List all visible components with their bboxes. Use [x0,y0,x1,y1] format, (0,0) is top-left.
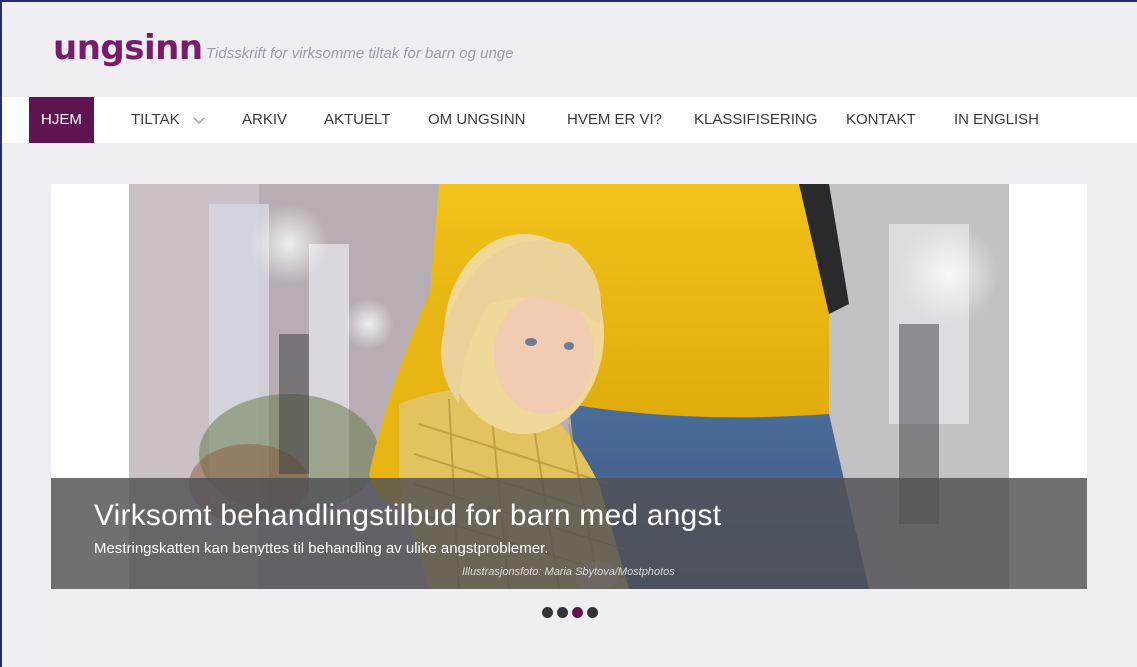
slider-dot[interactable] [542,607,553,618]
nav-item-label: HVEM ER VI? [567,111,663,128]
nav-item-kontakt[interactable]: KONTAKT [846,97,916,143]
photo-credit: Illustrasjonsfoto: Maria Sbytova/Mostpho… [462,566,675,578]
slider-pagination [542,605,602,618]
site-tagline: Tidsskrift for virksomme tiltak for barn… [206,45,514,62]
nav-item-tiltak[interactable]: TILTAK [131,97,206,143]
slider-dot[interactable] [587,607,598,618]
nav-item-label: OM UNGSINN [428,111,526,128]
nav-item-hjem[interactable]: HJEM [29,97,94,143]
hero-slider[interactable]: Virksomt behandlingstilbud for barn med … [51,184,1087,589]
slide-subtitle: Mestringskatten kan benyttes til behandl… [94,540,549,557]
slide-caption[interactable]: Virksomt behandlingstilbud for barn med … [51,478,1087,589]
nav-item-label: ARKIV [242,111,288,128]
main-nav: HJEM TILTAK ARKIV AKTUELT OM UNGSINN HVE… [2,97,1137,143]
page-frame: ungsinn Tidsskrift for virksomme tiltak … [0,0,1137,667]
slider-dot-active[interactable] [572,607,583,618]
nav-item-label: KLASSIFISERING [694,111,818,128]
site-logo[interactable]: ungsinn [53,28,203,68]
nav-item-in-english[interactable]: IN ENGLISH [954,97,1039,143]
nav-item-hvem-er-vi[interactable]: HVEM ER VI? [567,97,662,143]
nav-item-arkiv[interactable]: ARKIV [242,97,287,143]
nav-item-label: AKTUELT [324,111,391,128]
nav-item-klassifisering[interactable]: KLASSIFISERING [694,97,817,143]
slider-dot[interactable] [557,607,568,618]
nav-item-label: KONTAKT [846,111,916,128]
chevron-down-icon [193,117,205,125]
nav-item-label: IN ENGLISH [954,111,1040,128]
nav-item-om-ungsinn[interactable]: OM UNGSINN [428,97,526,143]
nav-item-label: TILTAK [131,111,180,128]
site-header: ungsinn Tidsskrift for virksomme tiltak … [2,2,1137,97]
slide-title[interactable]: Virksomt behandlingstilbud for barn med … [94,499,721,533]
nav-item-label: HJEM [41,111,82,128]
nav-item-aktuelt[interactable]: AKTUELT [324,97,390,143]
